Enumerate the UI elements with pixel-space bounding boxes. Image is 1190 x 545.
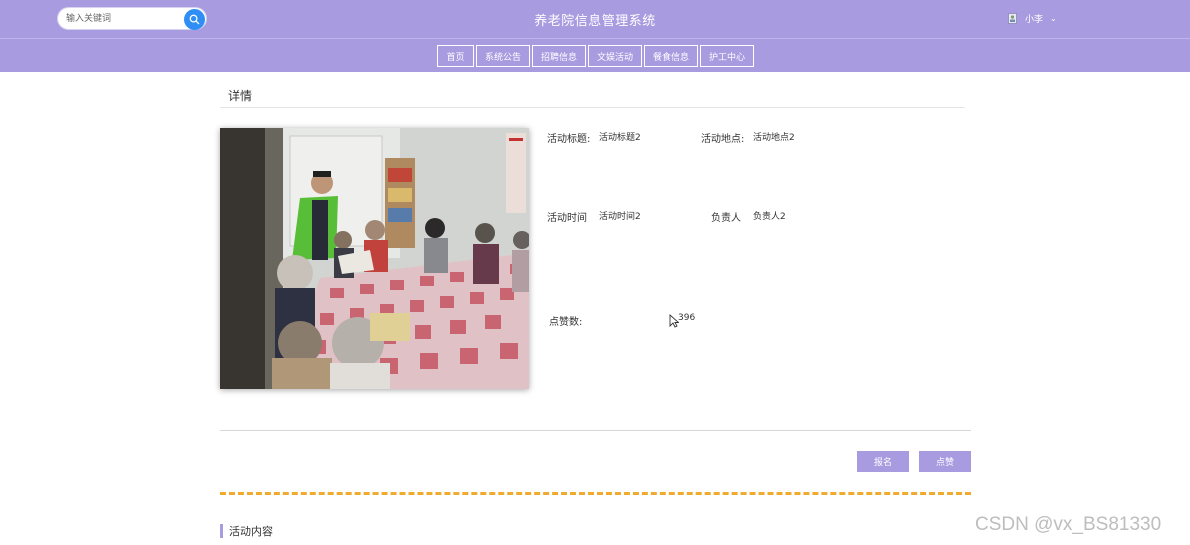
likes-value: 396 bbox=[678, 313, 696, 323]
top-header: 养老院信息管理系统 小李 ⌄ bbox=[0, 0, 1190, 38]
user-name: 小李 bbox=[1025, 14, 1044, 25]
heading-accent-bar bbox=[220, 524, 223, 538]
activity-place-label: 活动地点: bbox=[701, 134, 745, 145]
activity-time-label: 活动时间 bbox=[547, 213, 587, 224]
divider bbox=[220, 107, 965, 108]
nav-item-home[interactable]: 首页 bbox=[437, 45, 474, 67]
activity-content-heading: 活动内容 bbox=[220, 524, 273, 538]
activity-title-value: 活动标题2 bbox=[599, 133, 641, 143]
nav-item-meals[interactable]: 餐食信息 bbox=[644, 45, 698, 67]
avatar-icon bbox=[1008, 12, 1017, 24]
activity-time-value: 活动时间2 bbox=[599, 212, 641, 222]
watermark: CSDN @vx_BS81330 bbox=[975, 514, 1162, 535]
nav-item-caregivers[interactable]: 护工中心 bbox=[700, 45, 754, 67]
dashed-divider bbox=[220, 492, 971, 495]
activity-owner-value: 负责人2 bbox=[753, 212, 786, 222]
main-nav: 首页 系统公告 招聘信息 文娱活动 餐食信息 护工中心 bbox=[437, 45, 756, 67]
user-menu[interactable]: 小李 ⌄ bbox=[1008, 11, 1057, 25]
activity-place-value: 活动地点2 bbox=[753, 133, 795, 143]
signup-button[interactable]: 报名 bbox=[857, 451, 909, 472]
activity-image bbox=[220, 128, 529, 389]
like-button[interactable]: 点赞 bbox=[919, 451, 971, 472]
section-title: 详情 bbox=[228, 89, 253, 103]
chevron-down-icon: ⌄ bbox=[1050, 13, 1057, 23]
nav-item-jobs[interactable]: 招聘信息 bbox=[532, 45, 586, 67]
nav-item-announcements[interactable]: 系统公告 bbox=[476, 45, 530, 67]
activity-photo bbox=[220, 128, 529, 389]
likes-label: 点赞数: bbox=[549, 317, 583, 328]
activity-owner-label: 负责人 bbox=[711, 213, 741, 224]
nav-item-activities[interactable]: 文娱活动 bbox=[588, 45, 642, 67]
divider bbox=[220, 430, 971, 431]
activity-content-title: 活动内容 bbox=[229, 525, 273, 538]
main-nav-bar: 首页 系统公告 招聘信息 文娱活动 餐食信息 护工中心 bbox=[0, 38, 1190, 72]
activity-title-label: 活动标题: bbox=[547, 134, 591, 145]
